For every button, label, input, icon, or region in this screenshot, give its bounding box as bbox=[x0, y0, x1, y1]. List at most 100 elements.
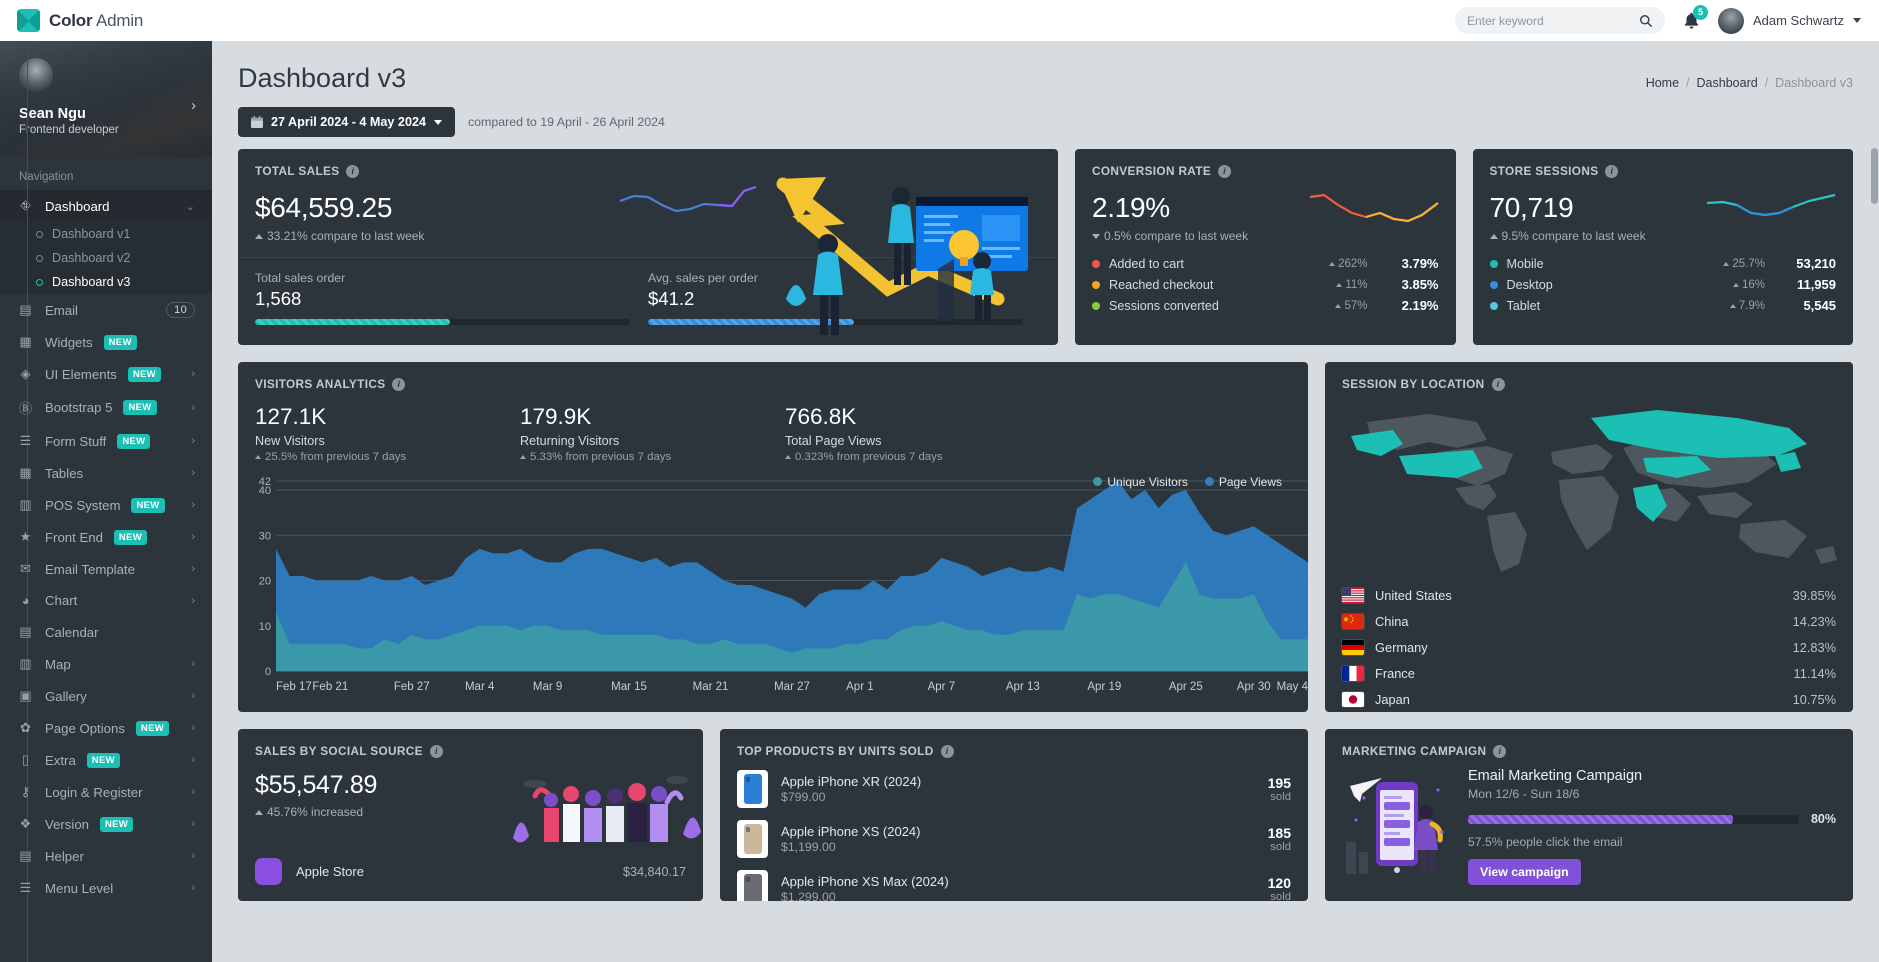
sidebar-item-bootstrap-5[interactable]: Ⓑ Bootstrap 5 NEW › bbox=[0, 390, 212, 425]
new-badge: NEW bbox=[123, 400, 157, 415]
session-row: Desktop 16% 11,959 bbox=[1473, 274, 1854, 295]
sidebar-item-menu-level[interactable]: ☰ Menu Level › bbox=[0, 872, 212, 904]
gem-icon: ◈ bbox=[20, 366, 31, 381]
date-range-picker[interactable]: 27 April 2024 - 4 May 2024 bbox=[238, 107, 455, 137]
social-source-name: Apple Store bbox=[296, 864, 364, 879]
flag-de bbox=[1342, 639, 1364, 655]
sidebar-item-dashboard[interactable]: ⛗ Dashboard ⌄ bbox=[0, 190, 212, 222]
total-sales-sparkline bbox=[619, 185, 757, 213]
breadcrumb-home[interactable]: Home bbox=[1646, 76, 1679, 90]
sidebar-item-ui-elements[interactable]: ◈ UI Elements NEW › bbox=[0, 358, 212, 390]
card-title: SALES BY SOCIAL SOURCE i bbox=[238, 729, 703, 758]
card-title: SESSION BY LOCATION i bbox=[1325, 362, 1853, 391]
product-row[interactable]: Apple iPhone XR (2024) $799.00 195 sold bbox=[720, 764, 1308, 814]
visitor-stat-sub: 5.33% from previous 7 days bbox=[520, 451, 785, 463]
sidebar-item-email[interactable]: ▤ Email 10 bbox=[0, 294, 212, 326]
sidebar-item-label: Gallery bbox=[45, 688, 87, 704]
info-icon[interactable]: i bbox=[429, 744, 443, 758]
product-row[interactable]: Apple iPhone XS Max (2024) $1,299.00 120 so… bbox=[720, 864, 1308, 901]
chevron-right-icon: › bbox=[191, 882, 195, 894]
new-badge: NEW bbox=[135, 720, 169, 736]
info-icon[interactable]: i bbox=[1605, 164, 1619, 178]
sidebar-profile[interactable]: Sean Ngu Frontend developer › bbox=[0, 41, 212, 157]
product-row[interactable]: Apple iPhone XS (2024) $1,199.00 185 sold bbox=[720, 814, 1308, 864]
sidebar-nav-list: ⛗ Dashboard ⌄ Dashboard v1 Dashboard v2 Dashb… bbox=[0, 41, 212, 962]
info-icon[interactable]: i bbox=[1491, 377, 1505, 391]
sidebar-item-page-options[interactable]: ✿ Page Options NEW › bbox=[0, 712, 212, 744]
sidebar-item-gallery[interactable]: ▣ Gallery › bbox=[0, 680, 212, 712]
profile-avatar bbox=[19, 58, 53, 92]
conversion-row: Added to cart 262% 3.79% bbox=[1075, 253, 1456, 274]
country-percent: 14.23% bbox=[1792, 613, 1836, 629]
product-price: $1,299.00 bbox=[781, 890, 836, 901]
info-icon[interactable]: i bbox=[940, 744, 954, 758]
sidebar-item-email-template[interactable]: ✉ Email Template › bbox=[0, 553, 212, 585]
session-name: Mobile bbox=[1506, 256, 1544, 271]
legend-item[interactable]: Page Views bbox=[1204, 475, 1282, 489]
sidebar-subitem-dashboard-v3[interactable]: Dashboard v3 bbox=[0, 270, 212, 294]
card-title: STORE SESSIONS i bbox=[1473, 149, 1854, 178]
sidebar-item-tables[interactable]: ▦ Tables › bbox=[0, 457, 212, 489]
brand-logo-area[interactable]: Color Admin bbox=[0, 9, 212, 32]
conversion-value: 3.85% bbox=[1401, 277, 1439, 292]
world-map[interactable] bbox=[1337, 400, 1841, 578]
country-name: China bbox=[1375, 613, 1409, 629]
visitor-stat-label: Total Page Views bbox=[785, 434, 882, 448]
page-scrollbar-thumb[interactable] bbox=[1871, 148, 1878, 204]
compared-label: compared to 19 April - 26 April 2024 bbox=[467, 115, 665, 129]
session-row: Mobile 25.7% 53,210 bbox=[1473, 253, 1854, 274]
info-icon[interactable]: i bbox=[1218, 164, 1232, 178]
sidebar-subitem-dashboard-v2[interactable]: Dashboard v2 bbox=[0, 246, 212, 270]
info-icon[interactable]: i bbox=[346, 164, 360, 178]
store-sessions-rows: Mobile 25.7% 53,210 Desktop 16% 11,959 Tablet 7… bbox=[1473, 253, 1854, 316]
arrow-up-icon bbox=[1489, 233, 1498, 239]
flag-us bbox=[1342, 587, 1364, 603]
sidebar-item-login-register[interactable]: ⚷ Login & Register › bbox=[0, 776, 212, 808]
sidebar-item-chart[interactable]: ◕ Chart › bbox=[0, 585, 212, 616]
search-icon[interactable] bbox=[1639, 14, 1653, 28]
breadcrumb-dashboard[interactable]: Dashboard bbox=[1697, 76, 1758, 90]
view-campaign-button[interactable]: View campaign bbox=[1468, 859, 1581, 885]
sidebar-item-helper[interactable]: ▤ Helper › bbox=[0, 840, 212, 872]
search-input[interactable] bbox=[1466, 13, 1639, 28]
new-badge: NEW bbox=[127, 366, 161, 382]
card-title: TOP PRODUCTS BY UNITS SOLD i bbox=[720, 729, 1308, 758]
country-flag-icon bbox=[1342, 587, 1364, 603]
info-icon[interactable]: i bbox=[392, 377, 406, 391]
sidebar-item-front-end[interactable]: ★ Front End NEW › bbox=[0, 521, 212, 553]
total-sales-illustration bbox=[776, 177, 1028, 335]
sidebar-item-form-stuff[interactable]: ☰ Form Stuff NEW › bbox=[0, 425, 212, 457]
info-icon[interactable]: i bbox=[1493, 744, 1507, 758]
product-sold-label: sold bbox=[1270, 791, 1291, 803]
sidebar-item-calendar[interactable]: ▤ Calendar bbox=[0, 616, 212, 648]
country-percent: 39.85% bbox=[1792, 587, 1836, 603]
legend-label: Page Views bbox=[1218, 475, 1282, 489]
country-name: France bbox=[1375, 665, 1415, 681]
user-menu[interactable]: Adam Schwartz bbox=[1717, 7, 1861, 34]
key-icon: ⚷ bbox=[20, 784, 31, 799]
chevron-right-icon: › bbox=[191, 563, 195, 575]
navbar-right: 5 Adam Schwartz bbox=[1454, 4, 1879, 34]
bullet-icon bbox=[36, 230, 43, 238]
sidebar-item-pos-system[interactable]: ▥ POS System NEW › bbox=[0, 489, 212, 521]
arrow-down-icon bbox=[1092, 233, 1100, 239]
sidebar-item-label: Menu Level bbox=[45, 880, 114, 896]
legend-label: Unique Visitors bbox=[1107, 475, 1188, 489]
app-logo-icon bbox=[17, 9, 40, 32]
product-info: Apple iPhone XS Max (2024) $1,299.00 bbox=[781, 874, 949, 901]
nav-header: Navigation bbox=[19, 171, 74, 183]
sidebar-item-extra[interactable]: ▯ Extra NEW › bbox=[0, 744, 212, 776]
sidebar-subitem-dashboard-v1[interactable]: Dashboard v1 bbox=[0, 222, 212, 246]
product-sold-info: 195 sold bbox=[1268, 775, 1291, 803]
envelope-icon: ✉ bbox=[20, 561, 31, 576]
search-box[interactable] bbox=[1454, 7, 1665, 34]
sidebar-item-widgets[interactable]: ▦ Widgets NEW bbox=[0, 326, 212, 358]
medkit-icon: ▤ bbox=[19, 848, 32, 863]
notifications-button[interactable]: 5 bbox=[1683, 4, 1708, 30]
legend-item[interactable]: Unique Visitors bbox=[1093, 475, 1188, 489]
order-value: 1,568 bbox=[255, 288, 302, 309]
chevron-right-icon: › bbox=[191, 690, 195, 702]
sidebar-item-map[interactable]: ▥ Map › bbox=[0, 648, 212, 680]
campaign-progress-label: 80% bbox=[1810, 812, 1836, 826]
sidebar-item-version[interactable]: ❖ Version NEW › bbox=[0, 808, 212, 840]
